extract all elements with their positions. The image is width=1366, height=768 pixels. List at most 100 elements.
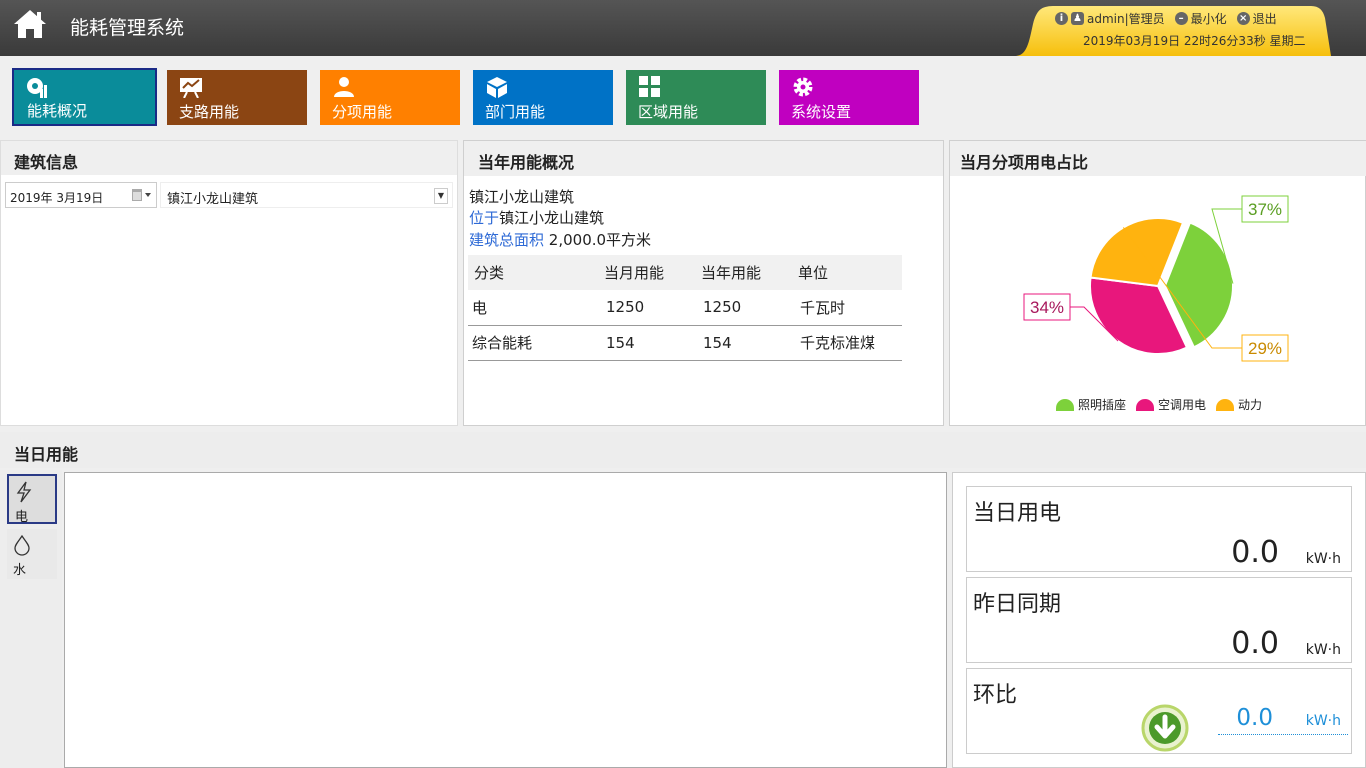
calendar-dropdown-icon[interactable] — [132, 189, 152, 201]
nav-tile-branch[interactable]: 支路用能 — [167, 70, 307, 125]
stat-card-ratio: 环比 0.0 kW·h — [966, 668, 1352, 754]
nav-tile-settings[interactable]: 系统设置 — [779, 70, 919, 125]
legend-label: 照明插座 — [1078, 398, 1127, 412]
cell: 千克标准煤 — [792, 325, 902, 361]
user-panel: i ♟ admin|管理员 – 最小化 × 退出 2019年03月19日 22时… — [1015, 4, 1331, 56]
type-water-label: 水 — [13, 563, 27, 578]
legend-label: 空调用电 — [1158, 398, 1207, 412]
cell: 154 — [598, 325, 695, 361]
ratio-underline — [1218, 734, 1348, 735]
cube-icon — [487, 77, 507, 98]
chart-board-icon — [180, 78, 202, 98]
stat-card-yesterday: 昨日同期 0.0 kW·h — [966, 577, 1352, 663]
pie-label: 34% — [1030, 298, 1064, 317]
logout-icon[interactable]: × — [1236, 12, 1250, 25]
cell: 电 — [468, 290, 598, 326]
cell: 154 — [695, 325, 792, 361]
legend-item-lighting[interactable]: 照明插座 — [1056, 396, 1126, 413]
stat-unit: kW·h — [1305, 642, 1341, 658]
home-icon[interactable] — [13, 9, 47, 39]
date-picker[interactable]: 2019年 3月19日 — [5, 182, 157, 208]
gear-icon — [793, 77, 813, 97]
nav-tile-department[interactable]: 部门用能 — [473, 70, 613, 125]
stat-label: 环比 — [973, 683, 1018, 708]
legend-swatch — [1136, 398, 1155, 411]
type-water-button[interactable]: 水 — [7, 529, 57, 579]
stat-value: 0.0 — [1231, 535, 1279, 570]
pie-label: 29% — [1248, 339, 1282, 358]
nav-tile-branch-label: 支路用能 — [179, 103, 240, 121]
current-datetime: 2019年03月19日 22时26分33秒 星期二 — [1083, 34, 1306, 48]
stat-unit: kW·h — [1305, 713, 1341, 729]
type-electric-label: 电 — [15, 510, 29, 525]
cell: 1250 — [598, 290, 695, 326]
nav-tile-category[interactable]: 分项用能 — [320, 70, 460, 125]
nav-tile-settings-label: 系统设置 — [791, 103, 852, 121]
cell: 综合能耗 — [468, 325, 598, 361]
date-picker-value: 2019年 3月19日 — [10, 191, 104, 205]
daily-section-header — [0, 432, 1366, 468]
user-name: admin|管理员 — [1087, 12, 1165, 26]
cell: 1250 — [695, 290, 792, 326]
legend-item-ac[interactable]: 空调用电 — [1136, 396, 1206, 413]
area-line: 建筑总面积 2,000.0平方米 — [469, 229, 651, 250]
table-row: 电 1250 1250 千瓦时 — [468, 290, 902, 326]
legend-swatch — [1056, 398, 1074, 411]
col-category: 分类 — [468, 255, 598, 290]
location-label: 位于 — [469, 209, 500, 227]
nav-tile-area[interactable]: 区域用能 — [626, 70, 766, 125]
nav-tile-department-label: 部门用能 — [485, 103, 546, 121]
stat-value: 0.0 — [1231, 626, 1279, 661]
stat-unit: kW·h — [1305, 551, 1341, 567]
building-select[interactable]: 镇江小龙山建筑 ▼ — [160, 182, 453, 208]
lightning-icon — [16, 481, 32, 503]
pie-chart: 37% 34% 29% — [1023, 195, 1289, 362]
logout-button[interactable]: 退出 — [1253, 10, 1277, 27]
minimize-button[interactable]: 最小化 — [1191, 10, 1227, 27]
location-value: 镇江小龙山建筑 — [499, 209, 605, 227]
legend-item-power[interactable]: 动力 — [1216, 396, 1262, 413]
user-row: i ♟ admin|管理员 – 最小化 × 退出 — [1055, 10, 1287, 27]
user-icon — [334, 77, 354, 97]
pie-title: 当月分项用电占比 — [960, 153, 1089, 172]
daily-chart-area — [64, 472, 947, 768]
daily-title: 当日用能 — [14, 445, 79, 464]
nav-tile-category-label: 分项用能 — [332, 103, 393, 121]
building-select-value: 镇江小龙山建筑 — [167, 192, 259, 207]
nav-tile-area-label: 区域用能 — [638, 103, 699, 121]
overview-icon — [27, 78, 47, 98]
energy-table: 分类 当月用能 当年用能 单位 电 1250 1250 千瓦时 综合能耗 154… — [468, 255, 902, 361]
table-header-row: 分类 当月用能 当年用能 单位 — [468, 255, 902, 290]
building-info-title: 建筑信息 — [14, 153, 79, 172]
location-line: 位于镇江小龙山建筑 — [469, 207, 604, 228]
header-bar: 能耗管理系统 i ♟ admin|管理员 – 最小化 × 退出 2019年03月… — [0, 0, 1366, 56]
legend-label: 动力 — [1238, 398, 1263, 412]
arrow-down-circle-icon — [1141, 704, 1189, 752]
building-name: 镇江小龙山建筑 — [469, 188, 575, 206]
yearly-title: 当年用能概况 — [478, 153, 575, 172]
legend-swatch — [1216, 398, 1235, 411]
type-electric-button[interactable]: 电 — [7, 474, 57, 525]
nav-tile-overview[interactable]: 能耗概况 — [12, 68, 157, 126]
app-title: 能耗管理系统 — [70, 17, 185, 39]
stat-label: 昨日同期 — [973, 592, 1062, 617]
col-unit: 单位 — [792, 255, 902, 290]
table-row: 综合能耗 154 154 千克标准煤 — [468, 325, 902, 361]
pie-label: 37% — [1248, 200, 1282, 219]
grid-icon — [639, 76, 660, 97]
info-icon[interactable]: i — [1055, 12, 1068, 25]
water-drop-icon — [14, 534, 30, 556]
minimize-icon[interactable]: – — [1174, 12, 1188, 25]
pie-legend: 照明插座 空调用电 动力 — [1056, 396, 1272, 413]
stat-label: 当日用电 — [973, 501, 1062, 526]
stat-value: 0.0 — [1236, 705, 1273, 731]
nav-tile-overview-label: 能耗概况 — [27, 102, 88, 120]
col-year: 当年用能 — [695, 255, 792, 290]
stat-card-today: 当日用电 0.0 kW·h — [966, 486, 1352, 572]
col-month: 当月用能 — [598, 255, 695, 290]
area-value: 2,000.0平方米 — [548, 231, 652, 249]
user-icon: ♟ — [1071, 12, 1084, 25]
area-label: 建筑总面积 — [469, 231, 545, 249]
chevron-down-icon[interactable]: ▼ — [434, 188, 448, 204]
cell: 千瓦时 — [792, 290, 902, 326]
